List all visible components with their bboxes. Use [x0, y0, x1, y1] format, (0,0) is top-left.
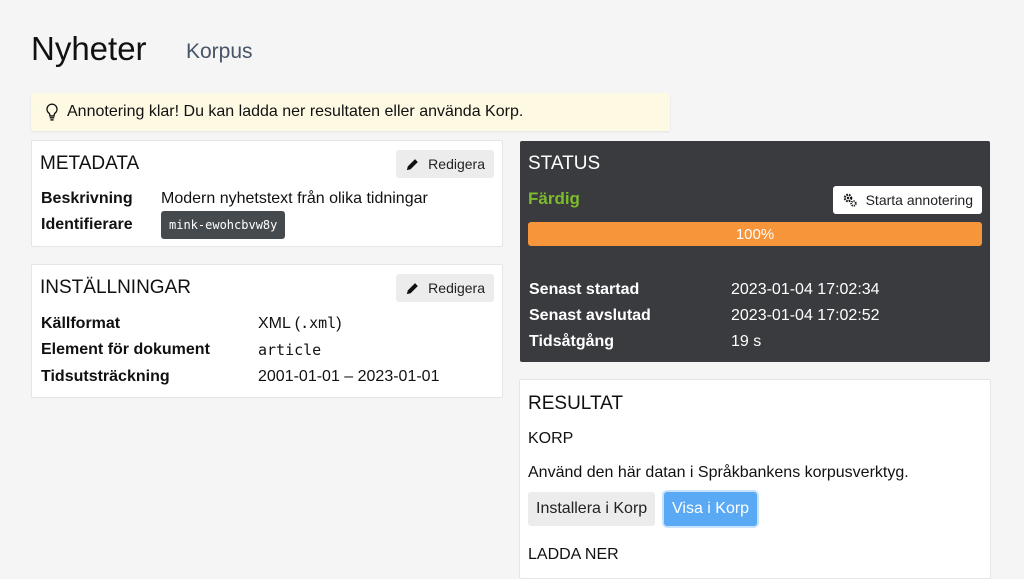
- notice-text: Annotering klar! Du kan ladda ner result…: [67, 103, 524, 120]
- element-row: Element för dokument article: [41, 341, 321, 359]
- notice-banner: Annotering klar! Du kan ladda ner result…: [31, 93, 670, 131]
- download-heading: LADDA NER: [528, 546, 619, 563]
- start-annotation-button[interactable]: Starta annotering: [832, 186, 982, 214]
- duration-label: Tidsåtgång: [529, 333, 615, 350]
- timespan-row: Tidsutsträckning 2001-01-01 – 2023-01-01: [41, 368, 439, 386]
- finished-row: Senast avslutad 2023-01-04 17:02:52: [529, 307, 880, 325]
- format-label: Källformat: [41, 314, 121, 332]
- description-value: Modern nyhetstext från olika tidningar: [161, 190, 428, 207]
- progress-bar: 100%: [528, 222, 982, 246]
- description-label: Beskrivning: [41, 190, 133, 207]
- identifier-badge: mink-ewohcbvw8y: [161, 211, 286, 239]
- pencil-icon: [407, 282, 419, 294]
- format-value: XML (.xml): [258, 314, 342, 333]
- metadata-title: METADATA: [40, 153, 140, 174]
- timespan-label: Tidsutsträckning: [41, 368, 170, 385]
- progress-label: 100%: [735, 225, 775, 243]
- settings-title: INSTÄLLNINGAR: [40, 277, 191, 298]
- lightbulb-icon: [46, 103, 58, 121]
- gears-icon: [843, 193, 857, 207]
- start-annotation-label: Starta annotering: [865, 192, 973, 208]
- started-row: Senast startad 2023-01-04 17:02:34: [529, 281, 880, 299]
- settings-edit-button[interactable]: Redigera: [396, 274, 494, 302]
- page-subtitle: Korpus: [186, 40, 253, 63]
- page-title: Nyheter: [31, 30, 147, 67]
- install-korp-button[interactable]: Installera i Korp: [528, 492, 656, 526]
- korp-description: Använd den här datan i Språkbankens korp…: [528, 464, 909, 481]
- settings-panel: INSTÄLLNINGAR Redigera Källformat XML (.…: [31, 264, 503, 398]
- finished-value: 2023-01-04 17:02:52: [731, 307, 880, 324]
- started-label: Senast startad: [529, 281, 640, 298]
- identifier-label: Identifierare: [41, 216, 133, 233]
- format-value-end: ): [336, 315, 342, 332]
- status-panel: STATUS Färdig Starta annotering 100% Sen…: [520, 141, 990, 362]
- duration-value: 19 s: [731, 333, 762, 350]
- status-state: Färdig: [528, 189, 580, 208]
- metadata-edit-button[interactable]: Redigera: [396, 150, 494, 178]
- progress-fill: 100%: [528, 222, 982, 246]
- result-panel: RESULTAT KORP Använd den här datan i Spr…: [519, 379, 991, 579]
- started-value: 2023-01-04 17:02:34: [731, 281, 880, 298]
- result-title: RESULTAT: [528, 393, 624, 414]
- settings-edit-label: Redigera: [428, 280, 485, 296]
- element-value: article: [258, 341, 322, 359]
- finished-label: Senast avslutad: [529, 307, 651, 324]
- description-row: Beskrivning Modern nyhetstext från olika…: [41, 190, 428, 208]
- metadata-panel: METADATA Redigera Beskrivning Modern nyh…: [31, 140, 503, 247]
- timespan-value: 2001-01-01 – 2023-01-01: [258, 368, 440, 385]
- format-value-text: XML (: [258, 315, 301, 332]
- element-label: Element för dokument: [41, 341, 210, 358]
- duration-row: Tidsåtgång 19 s: [529, 333, 761, 351]
- korp-heading: KORP: [528, 430, 574, 447]
- format-value-code: .xml: [300, 314, 337, 332]
- format-row: Källformat XML (.xml): [41, 314, 342, 333]
- pencil-icon: [407, 158, 419, 170]
- status-title: STATUS: [528, 153, 601, 174]
- identifier-row: Identifierare mink-ewohcbvw8y: [41, 211, 286, 239]
- view-korp-button[interactable]: Visa i Korp: [664, 492, 758, 526]
- metadata-edit-label: Redigera: [428, 156, 485, 172]
